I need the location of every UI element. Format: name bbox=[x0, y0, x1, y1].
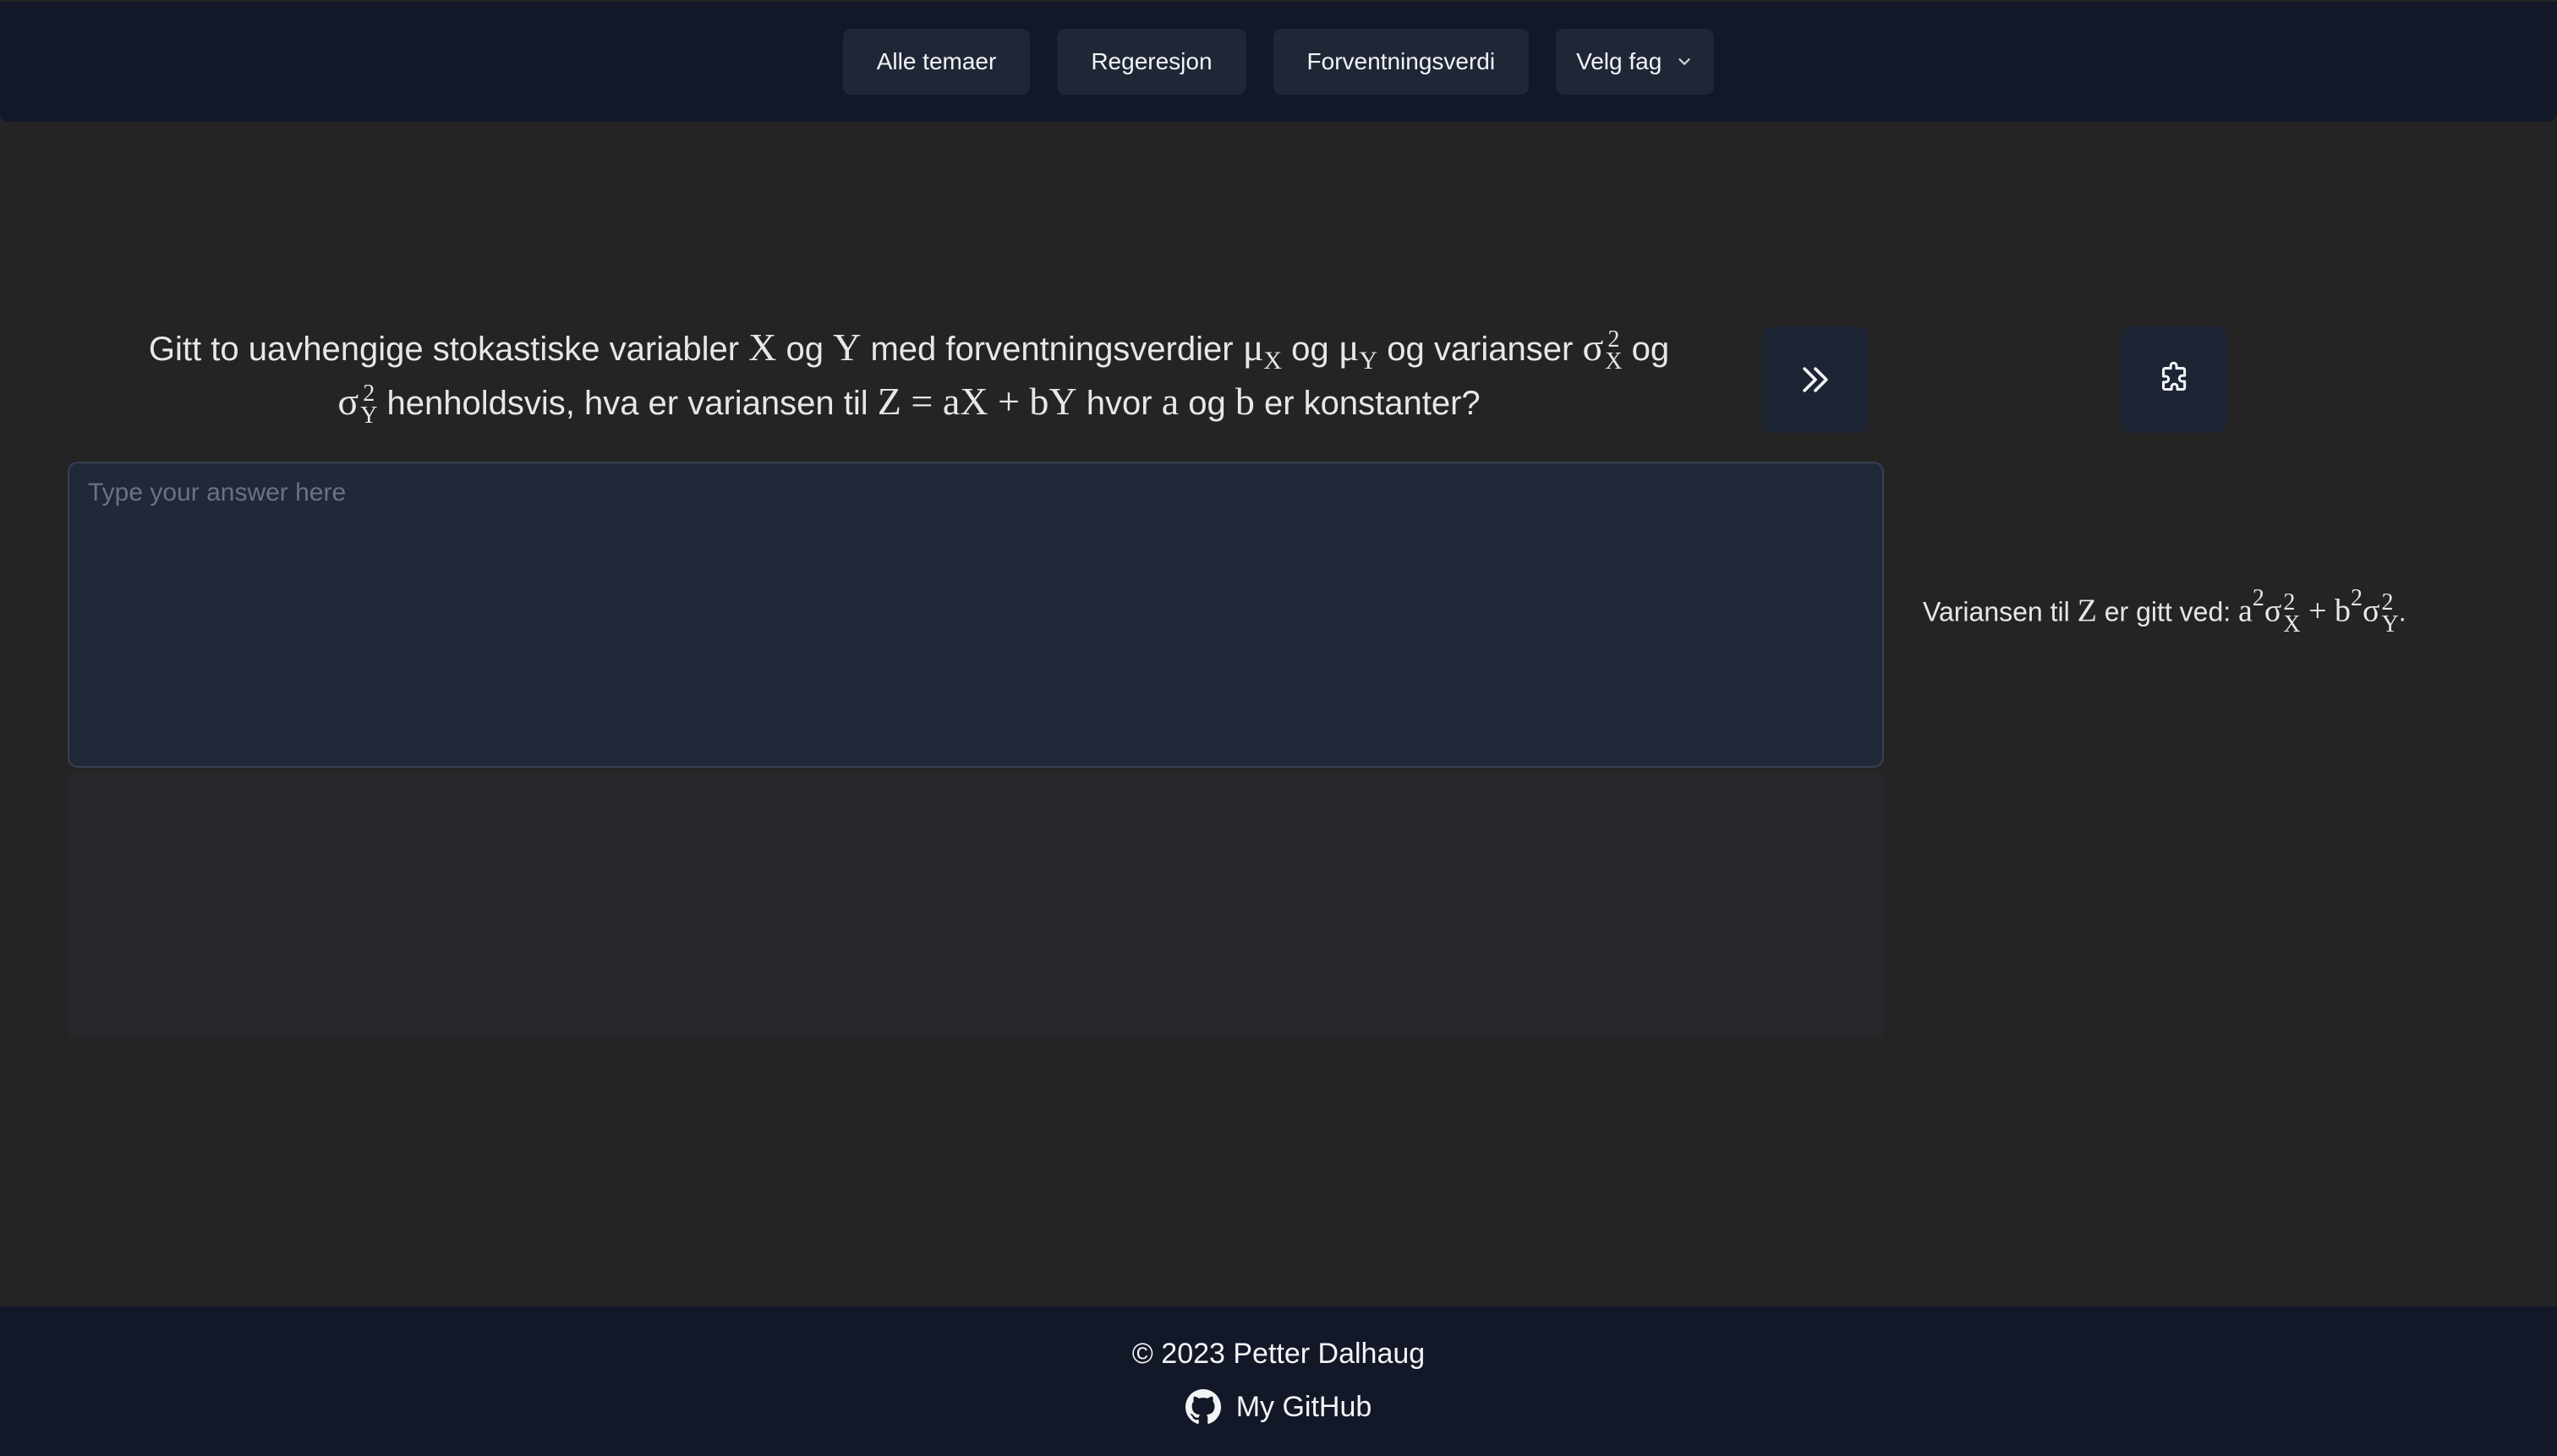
nav-button-forventningsverdi[interactable]: Forventningsverdi bbox=[1273, 29, 1530, 95]
nav-button-regeresjon[interactable]: Regeresjon bbox=[1057, 29, 1246, 95]
puzzle-icon bbox=[2162, 361, 2187, 391]
github-link[interactable]: My GitHub bbox=[1185, 1389, 1372, 1425]
github-icon bbox=[1185, 1389, 1221, 1424]
hint-text: Variansen til Z er gitt ved: a2σ 2 X + b2σ… bbox=[1923, 585, 2406, 638]
hint-button[interactable] bbox=[2121, 326, 2227, 433]
answer-input[interactable] bbox=[68, 462, 1884, 768]
github-label: My GitHub bbox=[1235, 1390, 1372, 1423]
double-chevron-right-icon bbox=[1803, 367, 1828, 392]
nav-button-alle-temaer[interactable]: Alle temaer bbox=[842, 29, 1031, 95]
footer: © 2023 Petter Dalhaug My GitHub bbox=[0, 1306, 2557, 1456]
question-text: Gitt to uavhengige stokastiske variabler… bbox=[148, 326, 1670, 430]
chevron-down-icon bbox=[1678, 58, 1690, 65]
feedback-panel bbox=[68, 771, 1884, 1038]
subject-select-label: Velg fag bbox=[1576, 48, 1662, 74]
next-question-button[interactable] bbox=[1762, 326, 1869, 433]
top-navigation: Alle temaer Regeresjon Forventningsverdi… bbox=[0, 2, 2557, 122]
subject-select[interactable]: Velg fag bbox=[1556, 29, 1715, 95]
copyright-text: © 2023 Petter Dalhaug bbox=[1131, 1338, 1426, 1370]
